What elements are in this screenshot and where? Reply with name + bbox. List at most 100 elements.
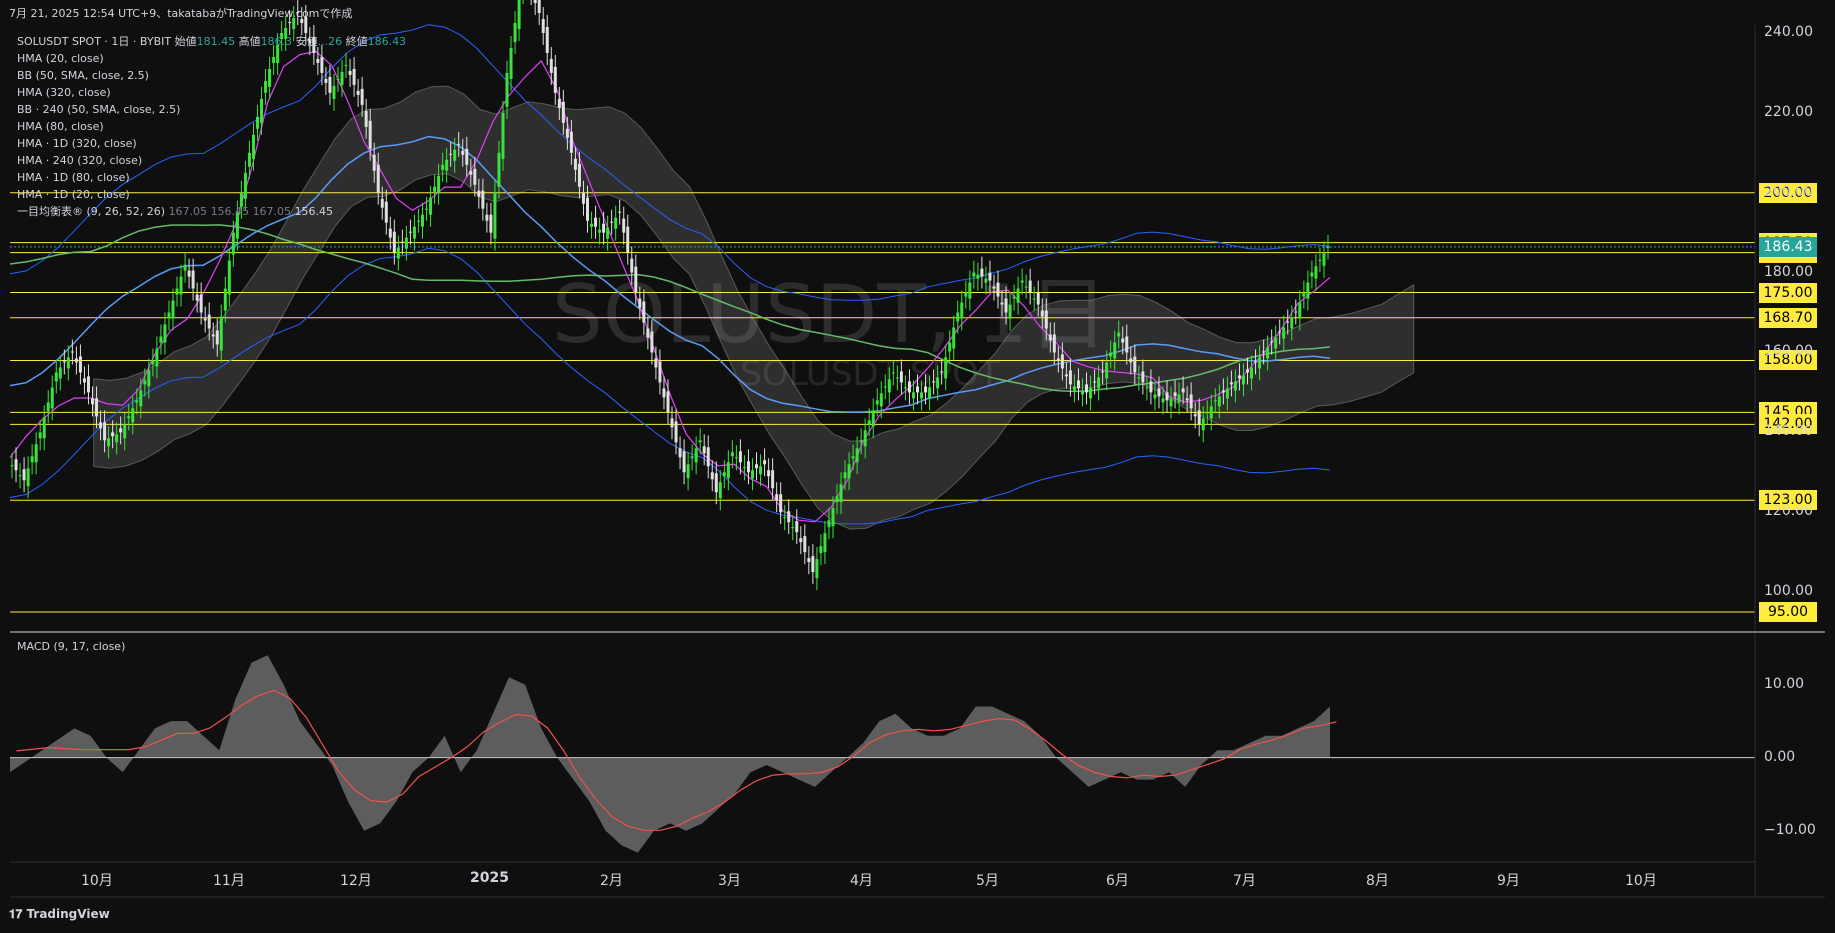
candle-body <box>95 398 99 417</box>
tradingview-logo[interactable]: 𝟏𝟕 TradingView <box>9 907 110 922</box>
candle-body <box>457 143 461 145</box>
candle-body <box>183 264 187 271</box>
candle-body <box>441 164 445 170</box>
candle-body <box>227 260 231 295</box>
time-tick-label: 5月 <box>976 873 999 889</box>
legend-item[interactable]: HMA · 1D (80, close) <box>17 169 406 186</box>
legend-ichimoku[interactable]: 一目均衡表® (9, 26, 52, 26) 167.05 156.45 167… <box>17 203 406 220</box>
candle-body <box>670 418 674 428</box>
price-tick-label: 140.00 <box>1764 423 1813 440</box>
price-tick-label: 160.00 <box>1764 343 1813 360</box>
legend-item[interactable]: HMA · 1D (20, close) <box>17 186 406 203</box>
candle-body <box>618 211 622 213</box>
candle-body <box>646 328 650 338</box>
candle-body <box>1165 392 1169 401</box>
candle-body <box>1052 334 1056 353</box>
candle-body <box>553 66 557 93</box>
legend-item[interactable]: HMA (80, close) <box>17 118 406 135</box>
candle-body <box>111 432 115 437</box>
candle-body <box>698 440 702 443</box>
candle-body <box>577 163 581 187</box>
candle-body <box>606 227 610 239</box>
candle-body <box>30 456 34 463</box>
candle-body <box>622 218 626 233</box>
candle-body <box>690 456 694 459</box>
candle-body <box>477 190 481 197</box>
candle-body <box>779 494 783 513</box>
candle-body <box>473 168 477 185</box>
candle-body <box>867 420 871 425</box>
time-tick-label: 8月 <box>1366 873 1389 889</box>
candle-body <box>163 324 167 343</box>
time-tick-label: 4月 <box>850 873 873 889</box>
candle-body <box>223 288 227 311</box>
candle-body <box>767 470 771 477</box>
legend-item[interactable]: HMA · 1D (320, close) <box>17 135 406 152</box>
candle-body <box>594 217 598 227</box>
candle-body <box>706 447 710 467</box>
candle-body <box>863 430 867 447</box>
candle-body <box>710 472 714 480</box>
candle-body <box>650 331 654 353</box>
candle-body <box>1286 321 1290 323</box>
candle-body <box>1250 367 1254 379</box>
candle-body <box>1173 392 1177 397</box>
candle-body <box>702 446 706 454</box>
candle-body <box>1093 381 1097 383</box>
candle-body <box>1221 390 1225 393</box>
candle-body <box>288 22 292 24</box>
macd-legend[interactable]: MACD (9, 17, close) <box>17 640 125 653</box>
legend-item[interactable]: BB · 240 (50, SMA, close, 2.5) <box>17 101 406 118</box>
time-tick-label: 10月 <box>81 873 113 889</box>
candle-body <box>465 148 469 165</box>
candle-body <box>1213 400 1217 402</box>
candle-body <box>26 468 30 487</box>
candle-body <box>666 391 670 413</box>
candle-body <box>630 258 634 273</box>
candle-body <box>787 511 791 523</box>
candle-body <box>42 417 46 439</box>
candle-body <box>654 358 658 368</box>
candle-body <box>738 451 742 463</box>
price-tick-label: 220.00 <box>1764 103 1813 120</box>
legend-item[interactable]: HMA (20, close) <box>17 50 406 67</box>
candle-body <box>469 170 473 175</box>
candle-body <box>887 379 891 393</box>
candle-body <box>1145 387 1149 389</box>
legend-item[interactable]: BB (50, SMA, close, 2.5) <box>17 67 406 84</box>
candle-body <box>207 314 211 329</box>
macd-tick-label: 0.00 <box>1764 748 1796 765</box>
candle-body <box>74 358 78 363</box>
candle-body <box>1326 247 1330 249</box>
candle-body <box>123 424 127 439</box>
candle-body <box>541 19 545 33</box>
candle-body <box>392 231 396 253</box>
candle-body <box>602 223 606 233</box>
candle-body <box>66 357 70 369</box>
candle-body <box>1004 298 1008 313</box>
candle-body <box>485 214 489 221</box>
candle-body <box>980 268 984 277</box>
candle-body <box>151 360 155 365</box>
candle-body <box>22 469 26 481</box>
candle-body <box>433 186 437 192</box>
price-tick-label: 120.00 <box>1764 503 1813 520</box>
price-tick-label: 200.00 <box>1764 183 1813 200</box>
candle-body <box>501 112 505 159</box>
candle-body <box>429 197 433 215</box>
candle-body <box>658 361 662 383</box>
legend-item[interactable]: HMA · 240 (320, close) <box>17 152 406 169</box>
current-price-tag: 186.43 <box>1759 236 1817 257</box>
candle-body <box>573 158 577 170</box>
candle-body <box>1209 406 1213 419</box>
candle-body <box>1113 342 1117 359</box>
candle-body <box>956 312 960 322</box>
candle-body <box>1310 272 1314 277</box>
candle-body <box>171 300 175 319</box>
candle-body <box>1246 369 1249 373</box>
candle-body <box>722 472 726 477</box>
legend-item[interactable]: HMA (320, close) <box>17 84 406 101</box>
candle-body <box>1125 336 1129 353</box>
candle-body <box>1064 374 1068 377</box>
candle-body <box>408 231 412 233</box>
